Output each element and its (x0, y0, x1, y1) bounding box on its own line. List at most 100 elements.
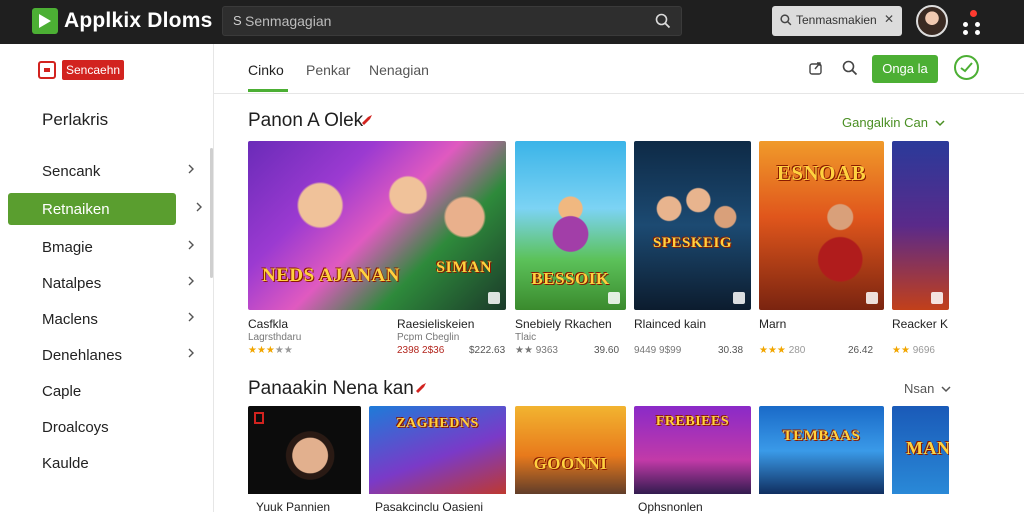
game-name[interactable]: Marn (759, 317, 786, 331)
game-name[interactable]: Raesieliskeien (397, 317, 474, 331)
game-count: 30.38 (718, 345, 744, 356)
game-cover-image (248, 406, 361, 496)
game-cover-image (515, 406, 626, 496)
open-button[interactable]: Onga la (872, 55, 938, 83)
rating-stars: ★★★★★ (248, 345, 293, 356)
tab-cinko[interactable]: Cinko (248, 62, 284, 78)
game-count: $222.63 (469, 345, 506, 356)
cover-title: ZAGHEDNS (396, 416, 479, 431)
cover-title: GOONNI (533, 454, 608, 473)
section-title: Panaakin Nena kan (248, 378, 414, 399)
sidebar-item[interactable]: Natalpes (8, 267, 196, 299)
game-count: 26.42 (848, 345, 874, 356)
game-name[interactable]: Rlainced kain (634, 317, 706, 331)
section-title: Panon A Olek (248, 110, 364, 131)
tab-nenagian[interactable]: Nenagian (369, 62, 429, 78)
game-name[interactable]: Snebiely Rkachen (515, 317, 612, 331)
expand-icon[interactable] (488, 292, 500, 304)
sidebar-item[interactable]: Sencank (8, 155, 196, 187)
sidebar-item[interactable]: Denehlanes (8, 339, 196, 371)
game-card[interactable]: ESNOAB (759, 141, 884, 310)
game-name[interactable]: Reacker K (892, 317, 948, 331)
cover-title: TEMBAAS (782, 428, 861, 444)
search-prefix: S (233, 13, 242, 28)
see-more-link[interactable]: Nsan (904, 381, 951, 396)
search-bar[interactable]: S (222, 6, 682, 36)
share-icon[interactable] (808, 60, 824, 76)
sidebar-item-label: Retnaiken (42, 201, 110, 218)
game-meta: Tlaic (515, 332, 537, 343)
see-more-link[interactable]: Gangalkin Can (842, 115, 945, 130)
game-card[interactable]: SPESKEIG (634, 141, 751, 310)
user-search-field[interactable]: Tenmasmakien ✕ (772, 6, 902, 36)
game-meta: Lagrsthdaru (248, 332, 302, 343)
sidebar-item-label: Droalcoys (42, 419, 109, 436)
pin-icon (362, 115, 372, 125)
app-logo-icon[interactable] (32, 8, 58, 34)
close-icon[interactable]: ✕ (884, 12, 894, 26)
user-search-text: Tenmasmakien (796, 13, 877, 27)
avatar[interactable] (916, 5, 948, 37)
game-meta: Pcpm Cbeglin (397, 332, 460, 343)
game-price: 2398 2$36 (397, 345, 445, 356)
game-card[interactable] (892, 141, 949, 310)
chevron-right-icon (188, 164, 194, 174)
sidebar-item-label: Caple (42, 383, 82, 400)
expand-icon[interactable] (608, 292, 620, 304)
search-icon[interactable] (842, 60, 858, 76)
game-card[interactable]: ZAGHEDNS (369, 406, 506, 496)
chevron-down-icon (941, 386, 951, 393)
active-tab-indicator (248, 89, 288, 92)
pin-icon (416, 383, 426, 393)
search-icon[interactable] (655, 13, 671, 29)
tab-penkar[interactable]: Penkar (306, 62, 350, 78)
sidebar-heading: Perlakris (42, 110, 109, 129)
sidebar-item[interactable]: Maclens (8, 303, 196, 335)
cover-title: FREBIEES (655, 414, 730, 429)
search-input[interactable] (245, 13, 645, 29)
search-icon (780, 14, 792, 26)
game-card[interactable] (248, 406, 361, 496)
expand-icon[interactable] (866, 292, 878, 304)
game-card[interactable]: NEDS AJANAN SIMAN (248, 141, 506, 310)
apps-menu-icon[interactable] (960, 10, 984, 35)
sidebar-scrollbar[interactable] (210, 148, 213, 278)
cover-title: MAN (906, 438, 949, 458)
see-more-label: Gangalkin Can (842, 115, 928, 130)
sidebar-item[interactable]: Kaulde (8, 447, 196, 479)
top-bar: Applkix Dloms S Tenmasmakien ✕ (0, 0, 1024, 44)
game-count: 39.60 (594, 345, 620, 356)
game-card[interactable]: FREBIEES (634, 406, 751, 496)
game-card[interactable]: GOONNI (515, 406, 626, 496)
sidebar-item-label: Denehlanes (42, 347, 123, 364)
checkmark-circle-icon[interactable] (954, 55, 979, 80)
tab-bar: Cinko Penkar Nenagian Onga la (214, 44, 1024, 94)
character-art (634, 141, 751, 310)
cover-title: BESSOIK (531, 269, 610, 288)
game-card[interactable]: MAN (892, 406, 949, 496)
sidebar-item-label: Sencank (42, 163, 101, 180)
chevron-right-icon (188, 240, 194, 250)
game-card[interactable]: TEMBAAS (759, 406, 884, 496)
sidebar-item[interactable]: Droalcoys (8, 411, 196, 443)
sidebar-item-label: Kaulde (42, 455, 89, 472)
sidebar-item-label: Bmagie (42, 239, 93, 256)
sidebar-item-label: Natalpes (42, 275, 102, 292)
sidebar: Sencaehn Perlakris Sencank Retnaiken Bma… (0, 44, 214, 512)
sidebar-item[interactable]: Bmagie (8, 231, 196, 263)
sidebar-item-label: Maclens (42, 311, 98, 328)
game-card[interactable]: BESSOIK (515, 141, 626, 310)
sidebar-item-active[interactable]: Retnaiken (8, 193, 202, 225)
cover-title: SIMAN (436, 259, 492, 276)
cover-title: SPESKEIG (652, 235, 733, 251)
game-cover-image (892, 141, 949, 310)
sidebar-badge[interactable]: Sencaehn (62, 60, 125, 80)
chevron-right-icon (188, 312, 194, 322)
expand-icon[interactable] (733, 292, 745, 304)
game-cover-image (759, 406, 884, 496)
chevron-down-icon (935, 120, 945, 127)
game-name[interactable]: Casfkla (248, 317, 288, 331)
expand-icon[interactable] (931, 292, 943, 304)
see-more-label: Nsan (904, 381, 935, 396)
sidebar-item[interactable]: Caple (8, 375, 196, 407)
